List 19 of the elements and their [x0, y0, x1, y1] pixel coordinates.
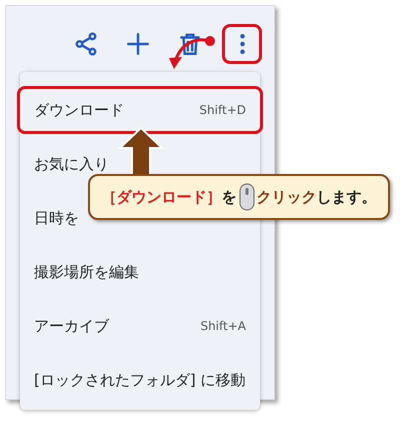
trash-icon: [177, 31, 203, 57]
mouse-icon: [238, 183, 254, 211]
menu-item[interactable]: [ロックされたフォルダ] に移動: [17, 356, 263, 404]
plus-icon: [125, 31, 151, 57]
more-icon: [240, 34, 244, 54]
callout-text: クリック します。: [256, 186, 376, 208]
menu-item-label: お気に入り: [34, 154, 109, 175]
shortcut-label: Shift+A: [200, 318, 246, 335]
menu-item-label: [ロックされたフォルダ] に移動: [34, 370, 246, 391]
menu-item-label: アーカイブ: [34, 316, 109, 337]
more-button[interactable]: [222, 24, 262, 64]
shortcut-label: Shift+D: [199, 102, 246, 119]
callout-text: ［ダウンロード］を: [102, 186, 236, 208]
share-icon: [73, 31, 99, 57]
menu-item[interactable]: 撮影場所を編集: [17, 248, 263, 296]
menu-item-label: 撮影場所を編集: [34, 262, 139, 283]
menu-item-label: ダウンロード: [34, 100, 124, 121]
menu-item[interactable]: アーカイブ Shift+A: [17, 302, 263, 350]
menu-item[interactable]: ダウンロード Shift+D: [17, 86, 263, 134]
